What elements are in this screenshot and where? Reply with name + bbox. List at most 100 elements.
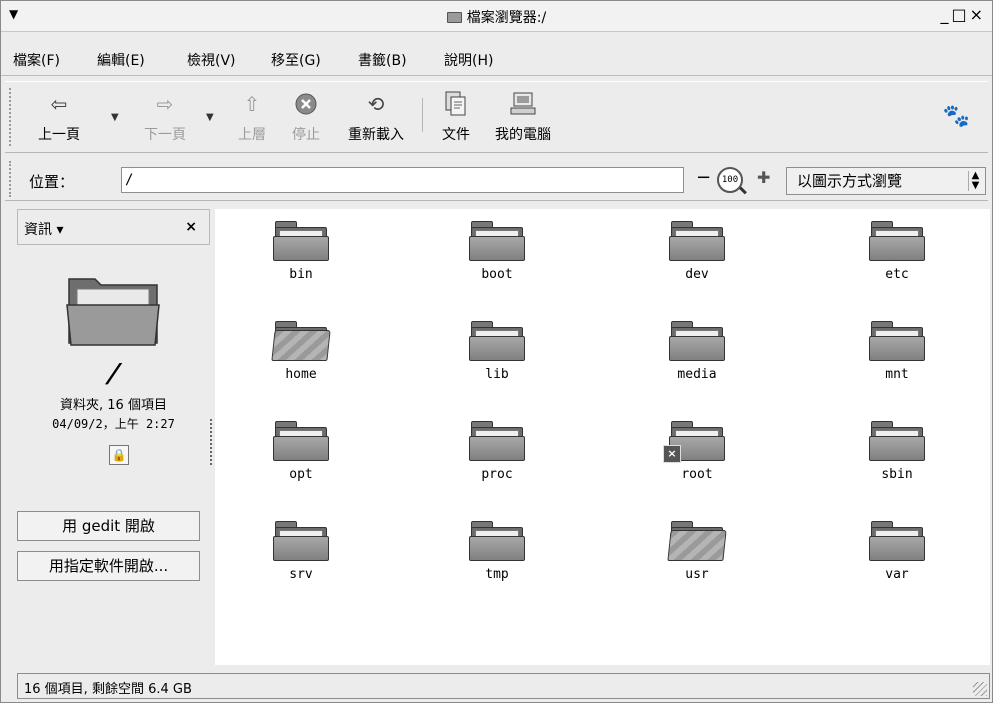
folder-icon: ×	[663, 421, 725, 463]
sidebar-summary: 資料夾, 16 個項目	[60, 398, 167, 413]
zoom-lens-handle	[739, 186, 747, 195]
minimize-button[interactable]: _	[940, 5, 951, 24]
title-bar[interactable]: ▼ 檔案瀏覽器:/ _□×	[1, 1, 992, 32]
up-arrow-icon: ⇧	[243, 92, 261, 116]
view-mode-select[interactable]: 以圖示方式瀏覽 ▲ ▼	[786, 167, 986, 195]
folder-icon-front	[869, 436, 925, 461]
folder-icon-front	[469, 336, 525, 361]
menu-bookmarks[interactable]: 書籤(B)	[358, 50, 407, 70]
folder-icon	[869, 221, 925, 261]
folder-label: etc	[885, 267, 909, 282]
folder-icon	[469, 521, 525, 561]
folder-icon-front	[273, 536, 329, 561]
folder-icon-front	[273, 236, 329, 261]
folder-label: proc	[481, 467, 513, 482]
sidebar-header: 資訊 ▾ ×	[17, 209, 210, 245]
folder-icon	[273, 221, 329, 261]
folder-item-mnt[interactable]: mnt	[827, 321, 967, 382]
menu-help[interactable]: 說明(H)	[444, 50, 493, 70]
zoom-out-icon[interactable]: −	[696, 167, 711, 188]
maximize-button[interactable]: □	[951, 5, 969, 24]
toolbar-grip[interactable]	[9, 88, 14, 146]
folder-icon-front	[869, 336, 925, 361]
close-button[interactable]: ×	[970, 5, 986, 24]
toolbar-separator	[422, 98, 423, 132]
forward-history-dropdown-icon[interactable]: ▼	[206, 112, 214, 123]
folder-item-tmp[interactable]: tmp	[427, 521, 567, 582]
location-bar-grip[interactable]	[9, 161, 14, 197]
reload-icon: ⟲	[367, 92, 385, 116]
file-browser-window: ▼ 檔案瀏覽器:/ _□× 檔案(F) 編輯(E) 檢視(V) 移至(G) 書籤…	[0, 0, 993, 703]
folder-icon	[869, 421, 925, 461]
folder-icon	[669, 321, 725, 361]
folder-label: home	[285, 367, 317, 382]
folder-item-lib[interactable]: lib	[427, 321, 567, 382]
back-button[interactable]: ⇦ 上一頁	[19, 88, 99, 144]
folder-label: usr	[685, 567, 709, 582]
folder-icon	[667, 521, 727, 561]
toolbar: ⇦ 上一頁 ▼ ⇨ 下一頁 ▼ ⇧ 上層 停止 ⟲ 重新載入 文件 我的電腦 🐾	[5, 81, 988, 153]
zoom-in-icon[interactable]: ✚	[757, 168, 770, 187]
open-with-other-button[interactable]: 用指定軟件開啟...	[17, 551, 200, 581]
computer-button[interactable]: 我的電腦	[483, 88, 563, 144]
file-icon-view[interactable]: bin boot dev etc home lib media mnt opt proc × root…	[215, 209, 990, 665]
folder-icon	[273, 421, 329, 461]
folder-icon-front	[273, 436, 329, 461]
folder-icon	[469, 221, 525, 261]
stop-icon	[281, 88, 331, 120]
reload-button[interactable]: ⟲ 重新載入	[335, 88, 417, 144]
documents-button[interactable]: 文件	[430, 88, 482, 144]
folder-icon	[869, 521, 925, 561]
resize-grip[interactable]	[973, 682, 987, 696]
folder-label: opt	[289, 467, 313, 482]
spinner-arrows-icon: ▲ ▼	[968, 171, 982, 191]
back-history-dropdown-icon[interactable]: ▼	[111, 112, 119, 123]
folder-item-var[interactable]: var	[827, 521, 967, 582]
folder-item-etc[interactable]: etc	[827, 221, 967, 282]
no-access-emblem-icon: ×	[663, 445, 681, 463]
up-button[interactable]: ⇧ 上層	[227, 88, 277, 144]
folder-icon-front	[869, 236, 925, 261]
folder-icon	[869, 321, 925, 361]
status-text: 16 個項目, 剩餘空間 6.4 GB	[24, 682, 192, 697]
open-with-gedit-button[interactable]: 用 gedit 開啟	[17, 511, 200, 541]
back-arrow-icon: ⇦	[50, 92, 68, 116]
folder-item-bin[interactable]: bin	[231, 221, 371, 282]
folder-item-home[interactable]: home	[231, 321, 371, 382]
folder-item-root[interactable]: × root	[627, 421, 767, 482]
menu-bar: 檔案(F) 編輯(E) 檢視(V) 移至(G) 書籤(B) 說明(H)	[1, 45, 992, 76]
folder-label: var	[885, 567, 909, 582]
menu-go[interactable]: 移至(G)	[271, 50, 321, 70]
folder-item-srv[interactable]: srv	[231, 521, 371, 582]
folder-icon	[446, 12, 462, 23]
folder-item-usr[interactable]: usr	[627, 521, 767, 582]
folder-item-proc[interactable]: proc	[427, 421, 567, 482]
sidebar-type-select[interactable]: 資訊 ▾	[24, 219, 63, 239]
menu-file[interactable]: 檔案(F)	[13, 50, 60, 70]
menu-view[interactable]: 檢視(V)	[187, 50, 236, 70]
forward-button[interactable]: ⇨ 下一頁	[125, 88, 205, 144]
folder-item-boot[interactable]: boot	[427, 221, 567, 282]
folder-icon	[273, 521, 329, 561]
forward-arrow-icon: ⇨	[156, 92, 174, 116]
folder-icon	[669, 221, 725, 261]
folder-item-media[interactable]: media	[627, 321, 767, 382]
folder-item-opt[interactable]: opt	[231, 421, 371, 482]
folder-label: sbin	[881, 467, 913, 482]
sidebar-close-icon[interactable]: ×	[185, 219, 197, 235]
location-input[interactable]	[121, 167, 684, 193]
folder-item-sbin[interactable]: sbin	[827, 421, 967, 482]
folder-item-dev[interactable]: dev	[627, 221, 767, 282]
folder-label: media	[677, 367, 717, 382]
folder-icon	[469, 321, 525, 361]
folder-icon-front	[271, 330, 331, 361]
menu-edit[interactable]: 編輯(E)	[97, 50, 145, 70]
stop-button[interactable]: 停止	[281, 88, 331, 144]
folder-icon-front	[669, 236, 725, 261]
folder-icon-front	[667, 530, 727, 561]
sidebar-path: /	[103, 359, 124, 389]
folder-label: dev	[685, 267, 709, 282]
folder-icon-front	[469, 236, 525, 261]
folder-label: srv	[289, 567, 313, 582]
status-bar: 16 個項目, 剩餘空間 6.4 GB	[17, 673, 990, 699]
